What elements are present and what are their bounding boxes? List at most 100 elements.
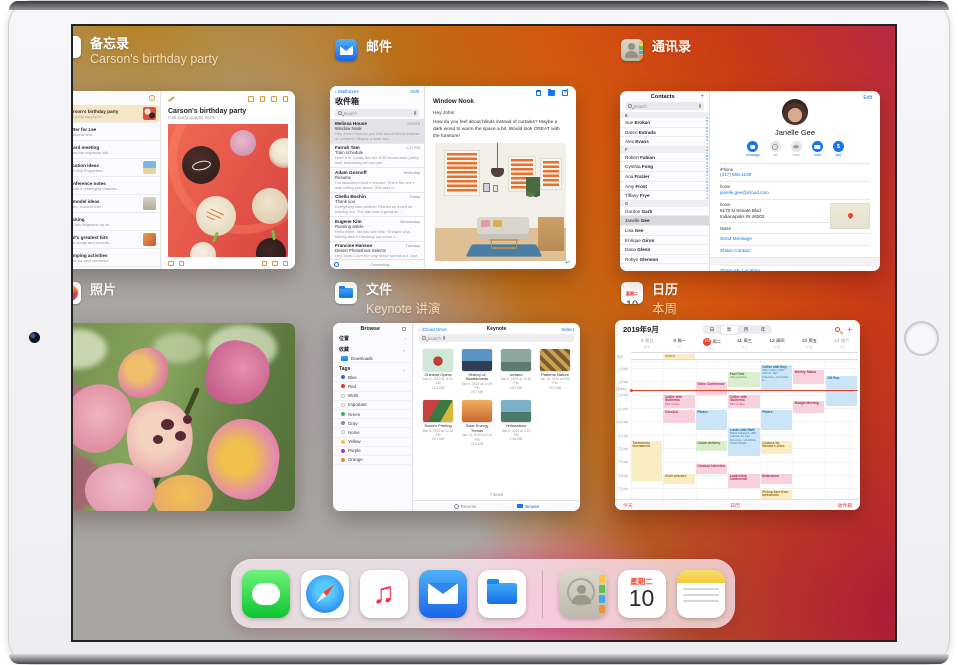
files-section-locations[interactable]: 位置› [333,332,412,343]
calendar-event[interactable]: 10k Run [826,376,857,406]
calendar-event[interactable]: Coffee with GuillermoP&C Coffee [663,395,694,408]
file-item[interactable]: Chinese OperaMar 6, 2019 at 11:01 AM14.3… [421,349,455,394]
contact-list-item[interactable]: Alex Evans [620,137,709,147]
app-card-calendar[interactable]: 2019年9月 日周月年 + 8周日初十9周一十一10周二十二11周三十三12周… [615,320,860,510]
contact-list-item[interactable]: Sue Erokan [620,118,709,128]
dock-icon-notes[interactable] [677,570,725,618]
dock-icon-music[interactable]: ♫ [360,570,408,618]
files-tag-item[interactable]: Green [333,410,412,419]
files-tab-recents[interactable]: Recents [454,504,476,509]
contact-list-item[interactable]: Janelle Gee [620,216,709,226]
calendar-segment-年[interactable]: 年 [755,326,772,334]
files-search-field[interactable]: Search [419,334,574,342]
notes-list-item[interactable]: Dad's greatest hitsBest songs and record… [71,231,160,249]
file-item[interactable]: Patterns NatureJan 10, 2019 at 9:06 PM52… [538,349,572,394]
calendar-segment-月[interactable]: 月 [738,326,755,334]
files-section-favorites[interactable]: 收藏⌄ [333,343,412,354]
contact-list-item[interactable]: Daren Estrada [620,128,709,138]
new-note-icon[interactable] [283,261,289,267]
file-item[interactable]: IcelandMar 6, 2019 at 12:36 PM25.2 MB [499,349,533,394]
calendar-today-button[interactable]: 今天 [623,502,633,509]
calendar-segment-周[interactable]: 周 [721,326,738,334]
calendar-add-icon[interactable]: + [847,326,852,334]
calendar-event[interactable]: Budget Meeting [793,401,824,413]
notes-options-icon[interactable] [149,95,155,101]
dock-icon-mail[interactable] [419,570,467,618]
calendar-event[interactable]: Cookies for Monica's class [761,441,792,454]
files-tag-item[interactable]: Gray [333,419,412,428]
reply-icon[interactable]: ↩ [565,259,570,266]
alphabet-index[interactable]: ABCDEFGHIJKLMNOPQRSTUVWXYZ [706,117,709,199]
calendar-event[interactable]: Conduct interview [696,464,727,474]
mailboxes-back-button[interactable]: ‹ Mailboxes [335,89,359,94]
compose-icon[interactable] [283,96,289,102]
contact-list-item[interactable]: Dana Glenn [620,245,709,255]
file-item[interactable]: Screen PrintingMar 6, 2019 at 12:36 PM29… [421,400,455,445]
app-card-contacts[interactable]: Contacts + Search ESue ErokanDaren Estra… [620,91,880,271]
contact-link[interactable]: Share Contact [720,245,870,257]
calendar-event[interactable]: Leadership Conference [728,474,759,488]
app-card-mail[interactable]: ‹ Mailboxes Edit 收件箱 Search Melissa Hous… [330,86,576,269]
dock-icon-messages[interactable] [242,570,290,618]
contact-list-item[interactable]: Cynthia Fong [620,162,709,172]
dock-icon-files[interactable] [478,570,526,618]
calendar-segment-日[interactable]: 日 [704,326,721,334]
trash-icon[interactable] [260,96,266,102]
files-favorite-item[interactable]: Downloads [333,354,412,363]
dock-icon-calendar[interactable]: 星期二10 [618,570,666,618]
calendar-event[interactable]: Video Conference [696,382,727,395]
files-tag-item[interactable]: Home [333,428,412,437]
contact-list-item[interactable]: Ana Frazier [620,172,709,182]
calendar-event[interactable]: Weekly Status [793,370,824,384]
compose-icon[interactable] [562,90,568,96]
calendar-search-icon[interactable] [835,327,840,332]
dock-icon-safari[interactable] [301,570,349,618]
move-to-folder-icon[interactable] [548,90,555,96]
files-tab-browse[interactable]: Browse [517,504,539,509]
notes-list-item[interactable]: Conference notesTrends in emerging marke… [71,177,160,195]
calendar-day-header[interactable]: 13周五十五 [793,337,825,352]
dock-icon-contacts[interactable] [559,570,607,618]
file-item[interactable]: Solar Energy TrendsJan 14, 2019 at 6:10 … [460,400,494,445]
calendar-event[interactable]: Choir practice [663,474,694,484]
app-card-notes[interactable]: Carson's birthday partyCall party supply… [71,91,295,269]
files-section-tags[interactable]: Tags⌄ [333,363,412,373]
calendar-day-header[interactable]: 12周四十四 [761,337,793,352]
calendar-inbox-button[interactable]: 收件箱 [838,502,852,509]
icloud-drive-back-button[interactable]: ‹ iCloud Drive [419,327,471,332]
contact-action-message[interactable]: message [746,141,760,157]
undo-icon[interactable] [168,261,174,267]
calendar-day-header[interactable]: 11周三十三 [728,337,760,352]
notes-list-item[interactable]: Remodel ideasWarm, modern info… [71,195,160,213]
app-card-photos[interactable] [71,323,295,511]
notes-list-item[interactable]: Board meetingNotes the inspector will… [71,141,160,159]
calendar-event[interactable]: Coffee with GuillermoP&C Coffee [728,395,759,408]
redo-icon[interactable] [179,261,185,267]
calendar-event[interactable]: Check-in [663,410,694,423]
home-button[interactable] [904,321,939,356]
contact-list-item[interactable]: Robyn Glennon [620,255,709,265]
all-day-event[interactable]: Ashera [663,354,694,359]
files-tag-item[interactable]: Blue [333,373,412,382]
calendar-day-header[interactable]: 14周六十六 [826,337,858,352]
add-people-icon[interactable] [248,96,254,102]
share-icon[interactable] [271,96,277,102]
file-item[interactable]: History of SkateboardsMar 6, 2019 at 12:… [460,349,494,394]
calendar-day-header[interactable]: 10周二十二 [696,337,728,352]
calendar-calendars-button[interactable]: 日历 [730,502,740,509]
calendar-event[interactable]: Pilates [696,410,727,430]
calendar-event[interactable]: Brainstorm [761,474,792,484]
files-tag-item[interactable]: Work [333,392,412,401]
mail-list-item[interactable]: Melissa House9/10/19Window NookHey John!… [330,119,424,144]
contact-edit-button[interactable]: Edit [863,95,872,101]
contact-list-item[interactable]: Gordon Garb [620,207,709,217]
calendar-event[interactable]: Couch delivery [696,441,727,451]
calendar-event[interactable]: Taekwondo tournament [631,441,662,481]
contact-list-item[interactable]: Robert Fabian [620,153,709,163]
calendar-event[interactable]: Coffee with EmyWeb Coffee, 2187 24th St,… [761,365,792,391]
files-select-button[interactable]: Select [522,327,574,332]
contact-list-item[interactable]: Tiffany Frye [620,191,709,201]
files-tag-item[interactable]: Red [333,382,412,391]
mail-list-item[interactable]: Farrah Tam1:27 PMTrain scheduleHere it i… [330,144,424,169]
mail-search-field[interactable]: Search [335,109,419,117]
